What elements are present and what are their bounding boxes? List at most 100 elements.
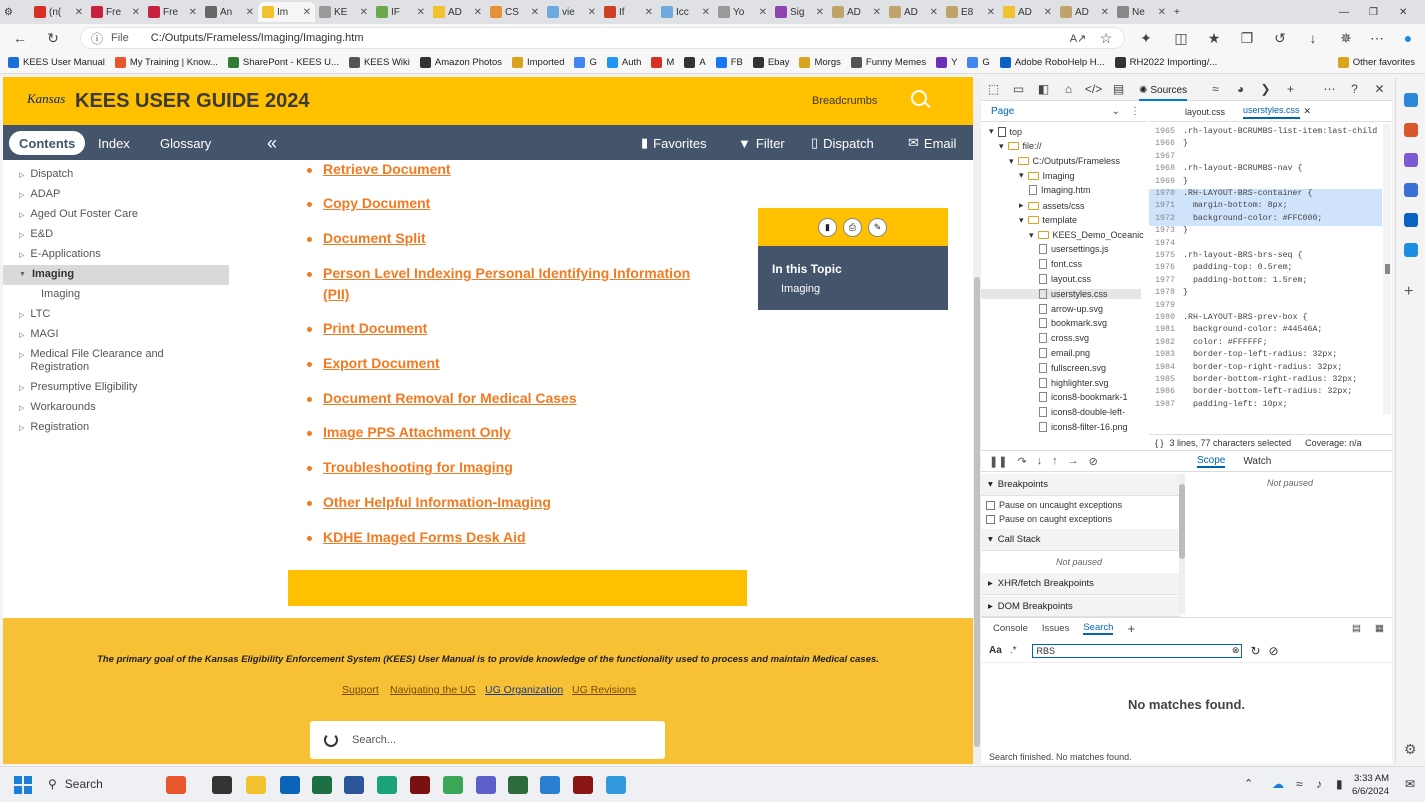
step-over-icon[interactable]: ↷	[1017, 455, 1026, 468]
close-devtools-icon[interactable]: ✕	[1367, 82, 1392, 96]
browser-tab[interactable]: Fre ✕	[87, 2, 144, 22]
excel-icon[interactable]	[312, 776, 332, 794]
close-tab-icon[interactable]: ✕	[816, 7, 824, 18]
topic-link[interactable]: Copy Document	[323, 193, 430, 214]
favorite-star-icon[interactable]: ☆	[1096, 28, 1116, 48]
more-tabs-icon[interactable]: ❯	[1253, 82, 1278, 96]
onedrive-icon[interactable]: ☁	[1272, 777, 1284, 791]
browser-tab[interactable]: AD ✕	[885, 2, 942, 22]
tab-contents[interactable]: Contents	[9, 131, 86, 155]
maximize-icon[interactable]: ❐	[1365, 2, 1395, 22]
copilot-icon[interactable]: ✵	[1336, 28, 1356, 48]
clear-icon[interactable]: ⊘	[1269, 644, 1279, 658]
add-sidebar-icon[interactable]: +	[1404, 283, 1413, 301]
sidebar-item[interactable]: ▷ Presumptive Eligibility	[3, 378, 229, 398]
bookmark-item[interactable]: KEES User Manual	[8, 57, 105, 68]
browser-tab[interactable]: Im ✕	[258, 2, 315, 22]
tree-node[interactable]: email.png	[1039, 348, 1090, 358]
kebab-icon[interactable]: ⋮	[1130, 106, 1140, 117]
inspect-icon[interactable]: ⬚	[981, 82, 1006, 96]
tree-node[interactable]: ▾ top	[989, 126, 1022, 137]
tab-issues[interactable]: Issues	[1042, 623, 1069, 634]
home-icon[interactable]: ⌂	[1056, 82, 1081, 96]
games-icon[interactable]	[1404, 183, 1418, 197]
device-icon[interactable]: ▭	[1006, 82, 1031, 96]
footer-link-organization[interactable]: UG Organization	[485, 684, 563, 696]
extensions-icon[interactable]: ✦	[1136, 28, 1156, 48]
bookmark-item[interactable]: SharePont - KEES U...	[227, 57, 339, 68]
regex-toggle[interactable]: .*	[1010, 645, 1017, 656]
topic-link[interactable]: Export Document	[323, 353, 440, 374]
call-stack-header[interactable]: ▾ Call Stack	[981, 529, 1181, 551]
page-scrollbar[interactable]	[973, 77, 981, 764]
close-tab-icon[interactable]: ✕	[1304, 106, 1312, 117]
topic-link[interactable]: Document Removal for Medical Cases	[323, 388, 577, 409]
bookmark-item[interactable]: G	[967, 57, 990, 68]
tab-console[interactable]: Console	[993, 623, 1028, 634]
sidebar-item[interactable]: ▷ Dispatch	[3, 165, 229, 185]
close-tab-icon[interactable]: ✕	[246, 7, 254, 18]
snipping-icon[interactable]	[540, 776, 560, 794]
chrome-icon[interactable]	[443, 776, 463, 794]
topic-link[interactable]: Document Split	[323, 228, 426, 249]
breadcrumbs-label[interactable]: Breadcrumbs	[812, 95, 877, 107]
dock-icon[interactable]: ◧	[1031, 82, 1056, 96]
bookmark-item[interactable]: Ebay	[752, 57, 789, 68]
close-tab-icon[interactable]: ✕	[1158, 7, 1166, 18]
footer-search-box[interactable]: Search...	[310, 721, 665, 759]
close-tab-icon[interactable]: ✕	[303, 7, 311, 18]
topic-link[interactable]: Other Helpful Information-Imaging	[323, 492, 551, 513]
close-tab-icon[interactable]: ✕	[1101, 7, 1109, 18]
tree-node[interactable]: ▾ file://	[999, 141, 1042, 152]
tree-node[interactable]: Imaging.htm	[1029, 185, 1091, 196]
elements-icon[interactable]: </>	[1081, 82, 1106, 96]
debugger-scrollbar[interactable]	[1179, 474, 1185, 614]
outlook-app-icon[interactable]	[280, 776, 300, 794]
tree-node[interactable]: usersettings.js	[1039, 244, 1109, 255]
info-icon[interactable]: ⓘ	[91, 30, 103, 47]
browser-tab[interactable]: Yo ✕	[714, 2, 771, 22]
outlook-icon[interactable]	[1404, 213, 1418, 227]
notification-bell-icon[interactable]: ✉	[1405, 777, 1415, 791]
battery-icon[interactable]: ▮	[1336, 777, 1343, 791]
tree-node[interactable]: cross.svg	[1039, 333, 1089, 344]
close-tab-icon[interactable]: ✕	[702, 7, 710, 18]
footer-link-support[interactable]: Support	[342, 684, 379, 696]
tree-node[interactable]: icons8-filter-16.png	[1039, 422, 1128, 432]
tab-glossary[interactable]: Glossary	[150, 131, 221, 155]
browser-tab[interactable]: AD ✕	[828, 2, 885, 22]
devtools-search-input[interactable]: RBS ⊗	[1032, 643, 1243, 658]
back-icon[interactable]: ←	[10, 28, 30, 48]
taskbar-search[interactable]: ⚲ Search	[48, 777, 103, 791]
step-icon[interactable]: →	[1068, 455, 1079, 467]
read-aloud-icon[interactable]: A↗	[1068, 28, 1088, 48]
file-tab-layout[interactable]: layout.css	[1185, 107, 1225, 117]
close-tab-icon[interactable]: ✕	[759, 7, 767, 18]
close-tab-icon[interactable]: ✕	[873, 7, 881, 18]
dispatch-button[interactable]: ▯ Dispatch	[811, 132, 874, 154]
browser-tab[interactable]: AD ✕	[429, 2, 486, 22]
robohelp-icon[interactable]	[410, 776, 430, 794]
deactivate-breakpoints-icon[interactable]: ⊘	[1089, 455, 1098, 468]
browser-tab[interactable]: (n(✕	[30, 2, 87, 22]
tree-node[interactable]: layout.css	[1039, 274, 1091, 284]
tree-node[interactable]: arrow-up.svg	[1039, 303, 1103, 314]
dock-drawer-icon[interactable]: ▦	[1375, 623, 1384, 634]
add-tab-icon[interactable]: +	[1278, 82, 1303, 96]
bookmark-item[interactable]: Other favorites	[1337, 57, 1415, 68]
close-tab-icon[interactable]: ✕	[987, 7, 995, 18]
browser-tab[interactable]: Sig ✕	[771, 2, 828, 22]
bookmark-item[interactable]: Amazon Photos	[419, 57, 502, 68]
windows-start-icon[interactable]	[14, 776, 32, 794]
bookmark-item[interactable]: KEES Wiki	[348, 57, 410, 68]
edge-app-icon[interactable]	[377, 776, 397, 794]
dom-breakpoints-header[interactable]: ▸ DOM Breakpoints	[981, 596, 1181, 617]
close-tab-icon[interactable]: ✕	[189, 7, 197, 18]
collections-icon[interactable]: ❐	[1237, 28, 1257, 48]
url-field[interactable]: ⓘ File C:/Outputs/Frameless/Imaging/Imag…	[80, 27, 1125, 49]
widgets-icon[interactable]	[166, 776, 186, 794]
close-tab-icon[interactable]: ✕	[75, 7, 83, 18]
browser-menu-icon[interactable]: ⚙	[0, 2, 30, 22]
volume-icon[interactable]: ♪	[1316, 777, 1322, 791]
browser-tab[interactable]: Ne ✕	[1113, 2, 1170, 22]
